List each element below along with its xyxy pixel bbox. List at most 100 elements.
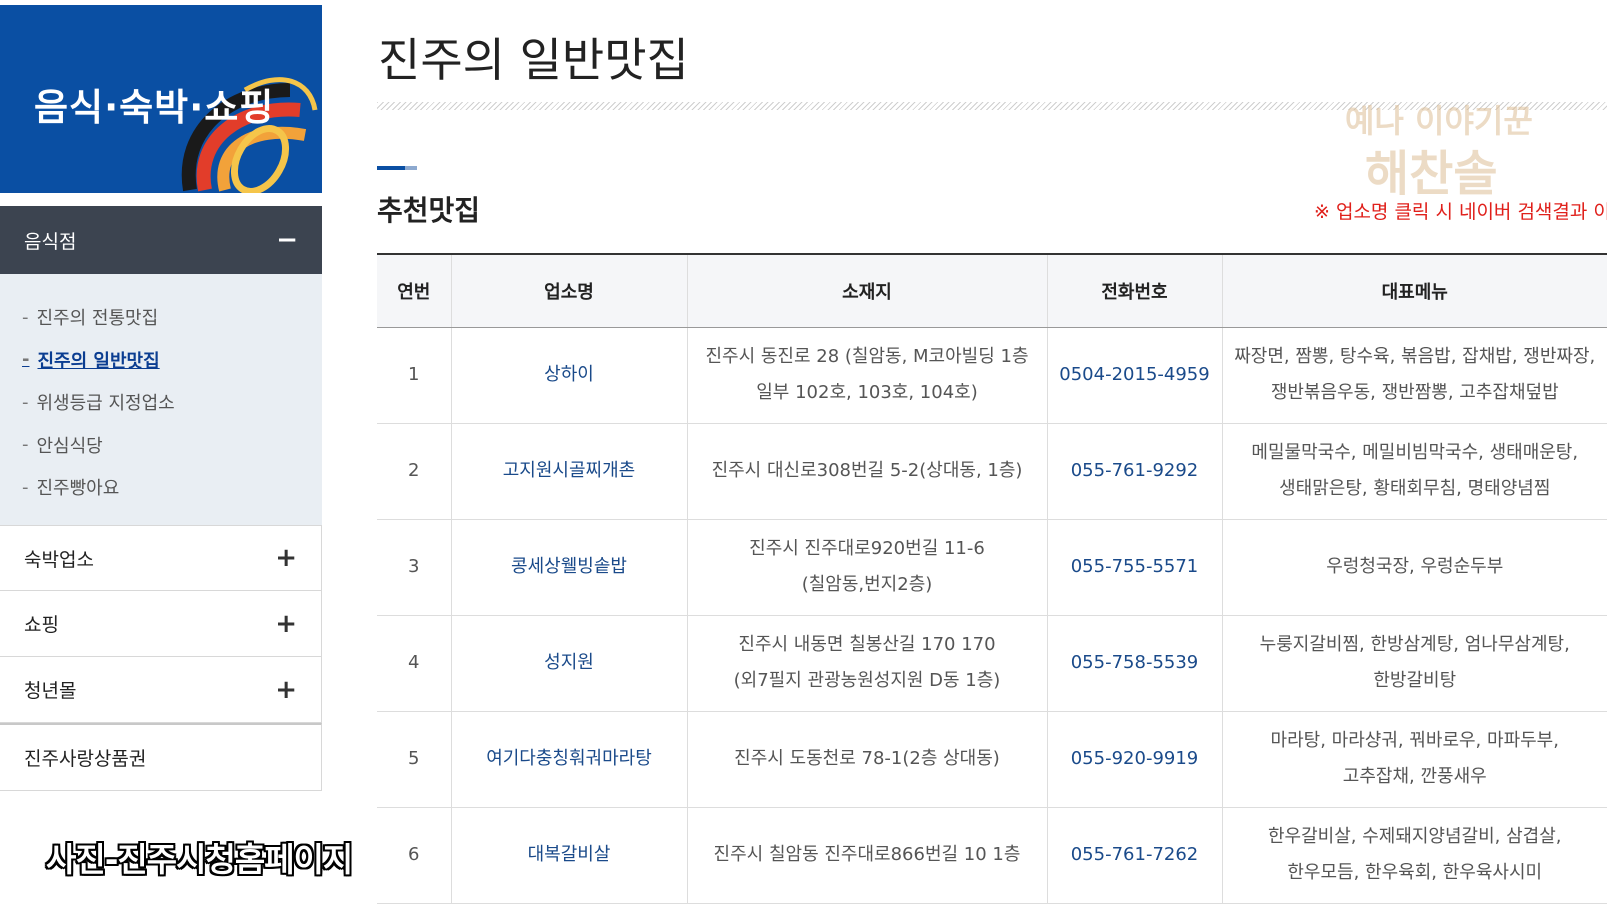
menu-line: 마라탕, 마라샹궈, 꿔바로우, 마파두부, (1270, 730, 1559, 751)
menu-line: 고추잡채, 깐풍새우 (1342, 766, 1487, 787)
cell-number: 1 (377, 327, 452, 424)
menu-line: 한방갈비탕 (1373, 670, 1457, 691)
photo-credit: 사진-진주시청홈페이지 (46, 840, 353, 879)
restaurant-name-link[interactable]: 성지원 (451, 615, 688, 712)
column-header-name: 업소명 (451, 253, 688, 328)
table-row: 4 성지원 진주시 내동면 칠봉산길 170 170 (외7필지 관광농원성지원 D동… (377, 615, 1607, 712)
submenu-item-label: 진주의 일반맛집 (37, 350, 160, 372)
page-title: 진주의 일반맛집 (378, 33, 689, 87)
column-header-phone: 전화번호 (1047, 253, 1223, 328)
address-line: 일부 102호, 103호, 104호) (756, 382, 978, 403)
restaurant-name-link[interactable]: 대복갈비살 (451, 807, 688, 904)
section-title: 추천맛집 (377, 194, 481, 227)
search-notice: ※ 업소명 클릭 시 네이버 검색결과 이동 (1314, 201, 1607, 223)
expand-icon[interactable]: + (275, 609, 297, 639)
menu-line: 한우모듬, 한우육회, 한우육사시미 (1287, 862, 1543, 883)
cell-address: 진주시 도동천로 78-1(2층 상대동) (687, 711, 1048, 808)
menu-line: 메밀물막국수, 메밀비빔막국수, 생태매운탕, (1251, 442, 1579, 463)
menu-line: 우렁청국장, 우렁순두부 (1326, 556, 1504, 577)
column-header-number: 연번 (377, 253, 452, 328)
sidebar-item-label: 음식점 (24, 230, 77, 253)
sidebar-item-youth-mall[interactable]: 청년몰 + (0, 657, 322, 723)
menu-line: 짜장면, 짬뽕, 탕수육, 볶음밥, 잡채밥, 쟁반짜장, (1234, 346, 1596, 367)
expand-icon[interactable]: + (275, 543, 297, 573)
column-header-menu: 대표메뉴 (1222, 253, 1607, 328)
menu-line: 누룽지갈비찜, 한방삼계탕, 엄나무삼계탕, (1259, 634, 1570, 655)
cell-phone: 055-920-9919 (1047, 711, 1223, 808)
table-row: 5 여기다충칭훠궈마라탕 진주시 도동천로 78-1(2층 상대동) 055-920-… (377, 711, 1607, 808)
cell-phone: 0504-2015-4959 (1047, 327, 1223, 424)
category-banner: 음식·숙박·쇼핑 (0, 5, 322, 193)
submenu-item-label: 안심식당 (36, 435, 103, 457)
sidebar-item-restaurants[interactable]: 음식점 − (0, 206, 322, 274)
cell-menu: 메밀물막국수, 메밀비빔막국수, 생태매운탕, 생태맑은탕, 황태회무침, 명태양… (1222, 423, 1607, 520)
banner-title: 음식·숙박·쇼핑 (34, 86, 275, 129)
cell-address: 진주시 칠암동 진주대로866번길 10 1층 (687, 807, 1048, 904)
bullet-dash: - (22, 434, 29, 456)
cell-phone: 055-761-9292 (1047, 423, 1223, 520)
address-line: 진주시 칠암동 진주대로866번길 10 1층 (713, 844, 1021, 865)
table-row: 1 상하이 진주시 동진로 28 (칠암동, M코아빌딩 1층 일부 102호, 10… (377, 327, 1607, 424)
cell-menu: 한우갈비살, 수제돼지양념갈비, 삼겹살, 한우모듬, 한우육회, 한우육사시미 (1222, 807, 1607, 904)
bullet-dash: - (22, 476, 29, 498)
cell-number: 3 (377, 519, 452, 616)
submenu-item-general[interactable]: - 진주의 일반맛집 (0, 339, 322, 382)
bullet-dash: - (22, 306, 29, 328)
table-row: 3 콩세상웰빙솥밥 진주시 진주대로920번길 11-6 (칠암동,번지2층) 055-… (377, 519, 1607, 616)
menu-line: 쟁반볶음우동, 쟁반짬뽕, 고추잡채덮밥 (1270, 382, 1559, 403)
table-row: 2 고지원시골찌개촌 진주시 대신로308번길 5-2(상대동, 1층) 055-76… (377, 423, 1607, 520)
address-line: (칠암동,번지2층) (801, 574, 933, 595)
watermark-text: 해찬솔 (1365, 146, 1498, 202)
restaurant-name-link[interactable]: 콩세상웰빙솥밥 (451, 519, 688, 616)
sidebar-item-gift-certificate[interactable]: 진주사랑상품권 (0, 723, 322, 791)
restaurant-name-link[interactable]: 여기다충칭훠궈마라탕 (451, 711, 688, 808)
restaurant-name-link[interactable]: 고지원시골찌개촌 (451, 423, 688, 520)
cell-address: 진주시 진주대로920번길 11-6 (칠암동,번지2층) (687, 519, 1048, 616)
cell-address: 진주시 대신로308번길 5-2(상대동, 1층) (687, 423, 1048, 520)
submenu-item-safe[interactable]: - 안심식당 (0, 424, 322, 467)
sidebar-item-label: 숙박업소 (24, 548, 94, 571)
sidebar-item-shopping[interactable]: 쇼핑 + (0, 591, 322, 657)
cell-phone: 055-755-5571 (1047, 519, 1223, 616)
cell-number: 5 (377, 711, 452, 808)
address-line: 진주시 내동면 칠봉산길 170 170 (738, 634, 996, 655)
bullet-dash: - (22, 391, 29, 413)
sidebar-item-label: 진주사랑상품권 (24, 748, 147, 770)
section-accent-bar (377, 166, 417, 170)
address-line: 진주시 동진로 28 (칠암동, M코아빌딩 1층 (705, 346, 1029, 367)
restaurant-table: 연번 업소명 소재지 전화번호 대표메뉴 1 상하이 진주시 동진로 28 (칠암동… (377, 253, 1607, 904)
collapse-icon[interactable]: − (276, 225, 298, 255)
submenu-item-hygiene[interactable]: - 위생등급 지정업소 (0, 381, 322, 424)
address-line: 진주시 진주대로920번길 11-6 (749, 538, 985, 559)
address-line: (외7필지 관광농원성지원 D동 1층) (733, 670, 1001, 691)
cell-number: 2 (377, 423, 452, 520)
submenu-item-label: 위생등급 지정업소 (36, 393, 175, 415)
cell-menu: 짜장면, 짬뽕, 탕수육, 볶음밥, 잡채밥, 쟁반짜장, 쟁반볶음우동, 쟁반짬… (1222, 327, 1607, 424)
cell-menu: 누룽지갈비찜, 한방삼계탕, 엄나무삼계탕, 한방갈비탕 (1222, 615, 1607, 712)
address-line: 진주시 도동천로 78-1(2층 상대동) (734, 748, 1000, 769)
menu-line: 생태맑은탕, 황태회무침, 명태양념찜 (1279, 478, 1551, 499)
sidebar-item-label: 쇼핑 (24, 614, 59, 636)
submenu-item-bread[interactable]: - 진주빵아요 (0, 466, 322, 509)
table-row: 6 대복갈비살 진주시 칠암동 진주대로866번길 10 1층 055-761-726… (377, 807, 1607, 904)
address-line: 진주시 대신로308번길 5-2(상대동, 1층) (711, 460, 1023, 481)
sidebar-item-label: 청년몰 (24, 680, 77, 702)
cell-phone: 055-761-7262 (1047, 807, 1223, 904)
bullet-dash: - (22, 349, 30, 371)
expand-icon[interactable]: + (275, 675, 297, 705)
cell-menu: 마라탕, 마라샹궈, 꿔바로우, 마파두부, 고추잡채, 깐풍새우 (1222, 711, 1607, 808)
column-header-address: 소재지 (687, 253, 1048, 328)
menu-line: 한우갈비살, 수제돼지양념갈비, 삼겹살, (1267, 826, 1562, 847)
cell-address: 진주시 내동면 칠봉산길 170 170 (외7필지 관광농원성지원 D동 1층) (687, 615, 1048, 712)
cell-address: 진주시 동진로 28 (칠암동, M코아빌딩 1층일부 102호, 103호, … (687, 327, 1048, 424)
restaurant-name-link[interactable]: 상하이 (451, 327, 688, 424)
cell-phone: 055-758-5539 (1047, 615, 1223, 712)
cell-number: 4 (377, 615, 452, 712)
submenu-item-traditional[interactable]: - 진주의 전통맛집 (0, 296, 322, 339)
sidebar-item-lodging[interactable]: 숙박업소 + (0, 525, 322, 591)
submenu-item-label: 진주빵아요 (36, 478, 120, 500)
table-header-row: 연번 업소명 소재지 전화번호 대표메뉴 (377, 253, 1607, 328)
cell-menu: 우렁청국장, 우렁순두부 (1222, 519, 1607, 616)
submenu-item-label: 진주의 전통맛집 (36, 308, 159, 330)
sidebar-submenu: - 진주의 전통맛집 - 진주의 일반맛집 - 위생등급 지정업소 - 안심식당 - 진주… (0, 274, 322, 525)
